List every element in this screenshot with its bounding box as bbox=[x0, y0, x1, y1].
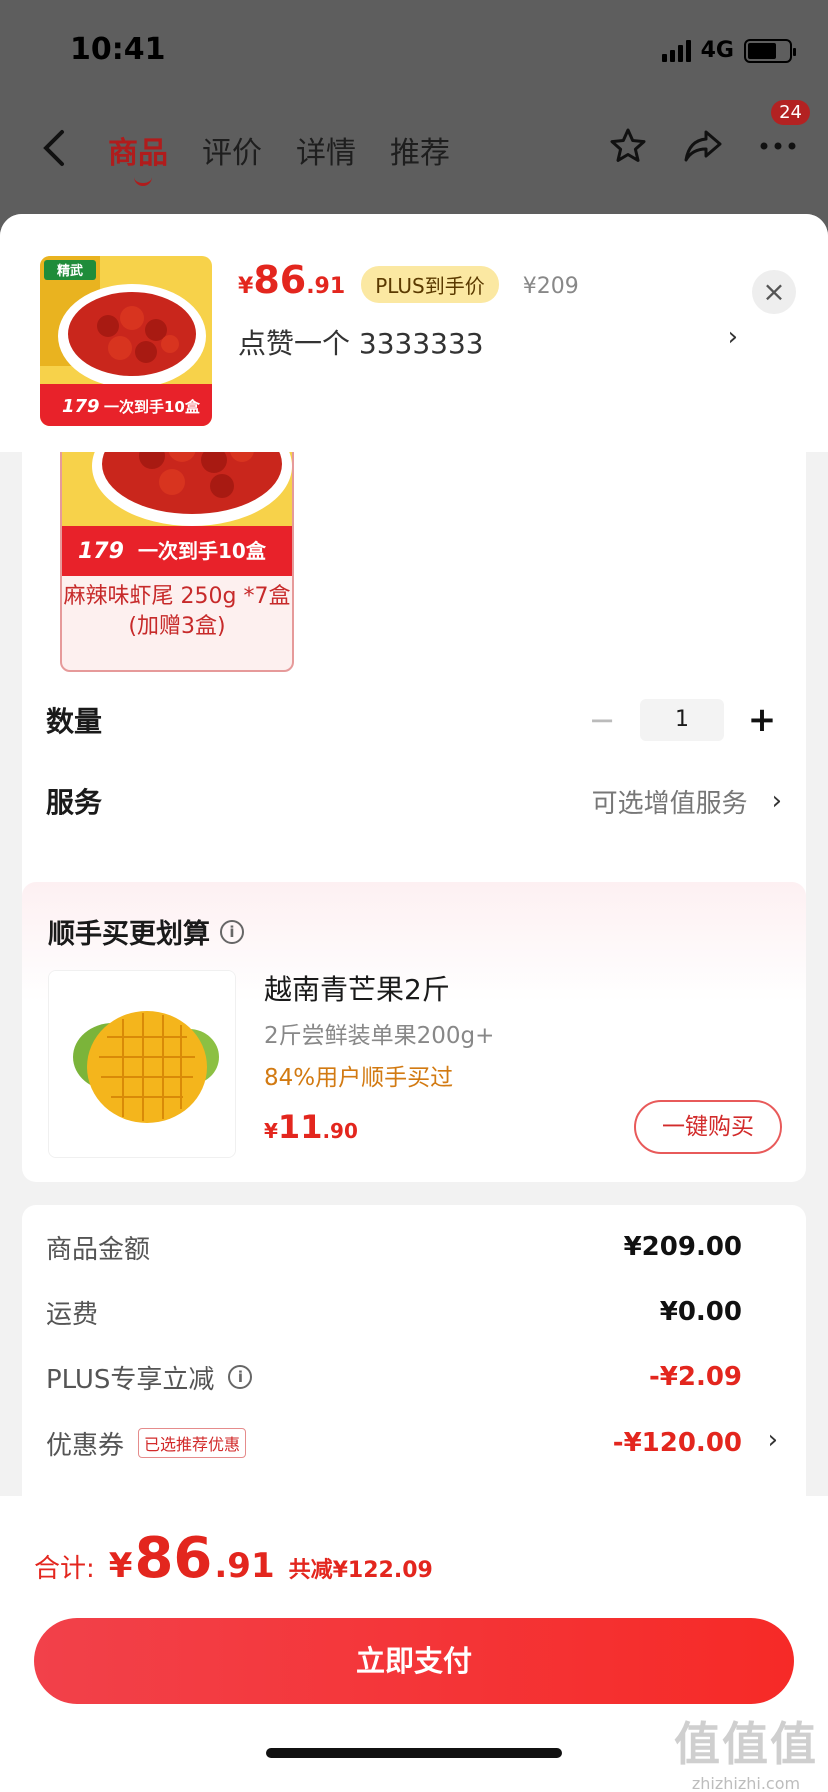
back-icon[interactable] bbox=[40, 128, 66, 178]
info-icon[interactable]: i bbox=[228, 1365, 253, 1389]
current-price: ¥86.91 bbox=[238, 258, 346, 302]
message-badge: 24 bbox=[771, 100, 810, 125]
close-button[interactable]: × bbox=[752, 270, 796, 314]
chevron-right-icon: › bbox=[771, 786, 782, 816]
pay-bar: 合计: ¥86.91 共减¥122.09 立即支付 值值值 zhizhizhi.… bbox=[0, 1496, 828, 1792]
summary-row-goods: 商品金额 ¥209.00 bbox=[46, 1232, 742, 1265]
variant-image-price: 179 bbox=[78, 539, 124, 564]
share-icon[interactable] bbox=[682, 126, 724, 166]
summary-row-coupon[interactable]: 优惠券 已选推荐优惠 -¥120.00 bbox=[46, 1423, 742, 1463]
plus-price-tag: PLUS到手价 bbox=[361, 266, 499, 303]
price-summary-card: 商品金额 ¥209.00 运费 ¥0.00 PLUS专享立减 i -¥2.09 优… bbox=[22, 1205, 806, 1525]
tab-goods[interactable]: 商品 bbox=[108, 128, 168, 186]
quantity-input[interactable]: 1 bbox=[640, 699, 724, 741]
product-image: 精武 179 一次到手10盒 bbox=[40, 256, 212, 426]
like-text[interactable]: 点赞一个 3333333 bbox=[238, 322, 484, 362]
nav-tabs: 商品 评价 详情 推荐 bbox=[108, 128, 450, 186]
quantity-label: 数量 bbox=[46, 705, 103, 738]
service-row[interactable]: 服务 可选增值服务 › bbox=[46, 776, 782, 826]
chevron-right-icon[interactable]: › bbox=[728, 322, 738, 352]
service-label: 服务 bbox=[46, 786, 103, 819]
recommend-product-image[interactable] bbox=[48, 970, 236, 1158]
more-icon[interactable]: 24 bbox=[758, 100, 810, 166]
recommend-buy-rate: 84%用户顺手买过 bbox=[264, 1065, 454, 1091]
variant-image-promo: 一次到手10盒 bbox=[138, 539, 267, 563]
variant-label: 麻辣味虾尾 250g *7盒 (加赠3盒) bbox=[63, 584, 291, 639]
product-image-promo: 一次到手10盒 bbox=[104, 398, 201, 416]
quantity-row: 数量 − 1 + bbox=[46, 695, 782, 745]
top-nav: 商品 评价 详情 推荐 24 bbox=[0, 100, 828, 188]
battery-icon bbox=[744, 38, 796, 63]
variant-option[interactable]: 179 一次到手10盒 麻辣味虾尾 250g *7盒 (加赠3盒) bbox=[60, 424, 294, 672]
watermark: 值值值 zhizhizhi.com bbox=[674, 1717, 818, 1792]
service-value: 可选增值服务 › bbox=[591, 786, 782, 819]
recommend-product-name[interactable]: 越南青芒果2斤 bbox=[264, 968, 450, 1008]
tab-details[interactable]: 详情 bbox=[296, 128, 356, 172]
product-image-price: 179 bbox=[62, 396, 100, 417]
total-price: 合计: ¥86.91 共减¥122.09 bbox=[34, 1526, 433, 1591]
purchase-sheet: 精武 179 一次到手10盒 ¥86.91 PLUS到手价 ¥209 点赞一个 … bbox=[0, 214, 828, 1792]
one-click-buy-button[interactable]: 一键购买 bbox=[634, 1100, 782, 1154]
home-indicator[interactable] bbox=[266, 1748, 562, 1758]
status-bar: 10:41 4G bbox=[0, 0, 828, 100]
quantity-decrease-button[interactable]: − bbox=[582, 701, 622, 739]
signal-icon bbox=[661, 39, 691, 62]
product-image-badge: 精武 bbox=[57, 263, 83, 279]
pay-now-button[interactable]: 立即支付 bbox=[34, 1618, 794, 1704]
price-row: ¥86.91 PLUS到手价 ¥209 bbox=[238, 258, 579, 303]
recommend-product-spec: 2斤尝鲜装单果200g+ bbox=[264, 1023, 495, 1049]
info-icon[interactable]: i bbox=[220, 919, 244, 944]
total-label: 合计: bbox=[34, 1554, 95, 1584]
recommend-title: 顺手买更划算 i bbox=[48, 912, 244, 951]
tab-reviews[interactable]: 评价 bbox=[202, 128, 262, 172]
star-icon[interactable] bbox=[608, 126, 648, 166]
original-price: ¥209 bbox=[522, 274, 579, 299]
product-header: 精武 179 一次到手10盒 ¥86.91 PLUS到手价 ¥209 点赞一个 … bbox=[0, 214, 828, 452]
summary-row-plus-discount: PLUS专享立减 i -¥2.09 bbox=[46, 1362, 742, 1395]
total-saving: 共减¥122.09 bbox=[288, 1558, 433, 1583]
network-label: 4G bbox=[700, 38, 734, 63]
quantity-stepper: − 1 + bbox=[582, 699, 782, 741]
recommend-price: ¥11.90 bbox=[264, 1108, 358, 1146]
recommend-card: 顺手买更划算 i 越南青芒果2斤 2斤尝鲜装单果200g+ 84%用户顺手买过 … bbox=[22, 882, 806, 1182]
status-time: 10:41 bbox=[70, 32, 166, 67]
coupon-tag: 已选推荐优惠 bbox=[138, 1428, 247, 1458]
quantity-increase-button[interactable]: + bbox=[742, 700, 782, 740]
chevron-right-icon[interactable]: › bbox=[768, 1425, 778, 1455]
summary-row-shipping: 运费 ¥0.00 bbox=[46, 1297, 742, 1330]
status-icons: 4G bbox=[661, 38, 796, 63]
tab-recommend[interactable]: 推荐 bbox=[390, 128, 450, 172]
nav-actions: 24 bbox=[608, 100, 810, 166]
